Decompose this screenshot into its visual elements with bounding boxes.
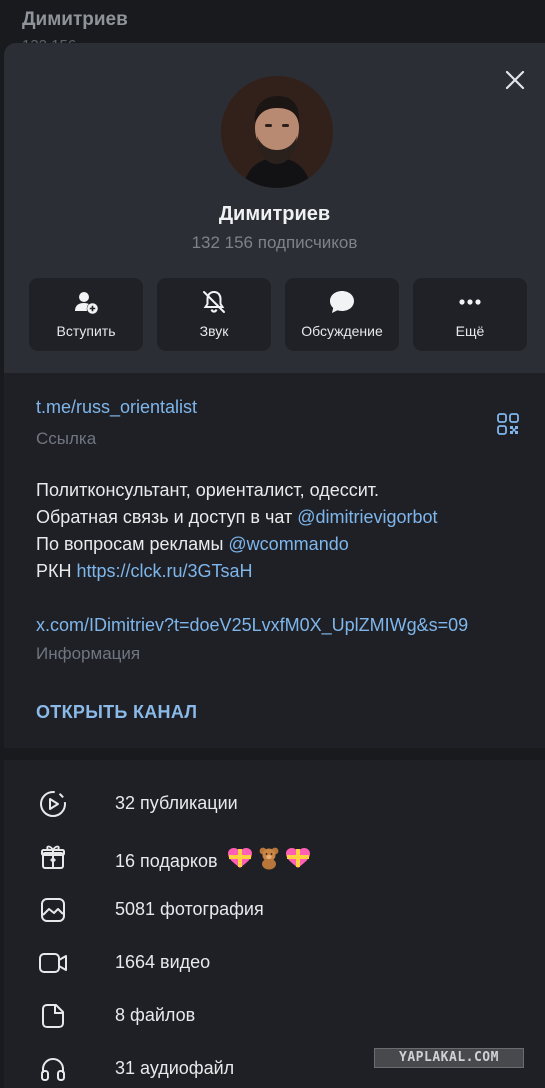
- open-channel-button[interactable]: ОТКРЫТЬ КАНАЛ: [36, 702, 197, 723]
- sound-label: Звук: [199, 323, 229, 339]
- qr-code-button[interactable]: [497, 413, 519, 435]
- channel-info-panel: Димитриев 132 156 подписчиков Вступить З…: [4, 43, 545, 1088]
- avatar[interactable]: [221, 76, 333, 188]
- channel-description: Политконсультант, ориенталист, одессит. …: [36, 477, 468, 639]
- bio-blank-line: [36, 585, 468, 612]
- ads-mention-link[interactable]: @wcommando: [228, 534, 348, 554]
- close-icon: [505, 70, 525, 90]
- teddy-bear-icon: [257, 846, 281, 875]
- channel-info-section: t.me/russ_orientalist Ссылка Политконсул…: [4, 373, 545, 748]
- bio-line: РКН https://clck.ru/3GTsaH: [36, 561, 253, 581]
- channel-name: Димитриев: [218, 203, 331, 225]
- discussion-label: Обсуждение: [301, 323, 383, 339]
- media-row-publications[interactable]: 32 публикации: [4, 777, 545, 830]
- heart-gift-icon: [284, 846, 312, 875]
- background-chat-title: Димитриев: [22, 9, 128, 30]
- media-label: 32 публикации: [115, 793, 238, 813]
- profile-header: Димитриев 132 156 подписчиков Вступить З…: [4, 43, 545, 373]
- qr-code-icon: [497, 413, 519, 435]
- bio-line: x.com/IDimitriev?t=doeV25LvxfM0X_UplZMIW…: [36, 612, 468, 639]
- site-watermark: YAPLAKAL.COM: [374, 1048, 524, 1068]
- media-label: 8 файлов: [115, 1005, 196, 1025]
- rkn-link[interactable]: https://clck.ru/3GTsaH: [77, 561, 253, 581]
- close-button[interactable]: [502, 67, 528, 93]
- more-dots-icon: [459, 299, 481, 305]
- sound-button[interactable]: Звук: [157, 278, 271, 351]
- media-label: 31 аудиофайл: [115, 1058, 235, 1078]
- discussion-button[interactable]: Обсуждение: [285, 278, 399, 351]
- more-label: Ещё: [455, 323, 485, 339]
- info-caption: Информация: [36, 644, 141, 663]
- link-caption: Ссылка: [36, 429, 97, 448]
- file-icon: [42, 1004, 64, 1028]
- subscriber-count: 132 156 подписчиков: [191, 233, 358, 252]
- gift-icon: [41, 845, 65, 869]
- channel-link[interactable]: t.me/russ_orientalist: [36, 397, 197, 418]
- user-add-icon: [75, 292, 98, 314]
- join-button[interactable]: Вступить: [29, 278, 143, 351]
- x-profile-link[interactable]: x.com/IDimitriev?t=doeV25LvxfM0X_UplZMIW…: [36, 615, 468, 635]
- media-row-photos[interactable]: 5081 фотография: [4, 883, 545, 936]
- story-play-icon: [40, 791, 66, 817]
- media-label: 16 подарков: [115, 846, 312, 875]
- bell-off-icon: [203, 290, 225, 313]
- media-label: 5081 фотография: [115, 899, 264, 919]
- join-label: Вступить: [56, 323, 116, 339]
- video-icon: [39, 953, 67, 973]
- section-divider: [4, 748, 545, 760]
- shared-media-list: 32 публикации 16 подарков 5081 фотографи…: [4, 760, 545, 1088]
- chat-bubble-icon: [330, 291, 354, 313]
- bio-line: Обратная связь и доступ в чат @dimitriev…: [36, 507, 438, 527]
- bot-mention-link[interactable]: @dimitrievigorbot: [297, 507, 437, 527]
- bio-line: По вопросам рекламы @wcommando: [36, 534, 349, 554]
- more-button[interactable]: Ещё: [413, 278, 527, 351]
- media-row-videos[interactable]: 1664 видео: [4, 936, 545, 989]
- photo-icon: [41, 898, 65, 922]
- media-label: 1664 видео: [115, 952, 211, 972]
- bio-line: Политконсультант, ориенталист, одессит.: [36, 480, 380, 500]
- media-row-files[interactable]: 8 файлов: [4, 989, 545, 1042]
- media-row-gifts[interactable]: 16 подарков: [4, 830, 545, 883]
- headphones-icon: [41, 1057, 65, 1081]
- heart-gift-icon: [226, 846, 254, 875]
